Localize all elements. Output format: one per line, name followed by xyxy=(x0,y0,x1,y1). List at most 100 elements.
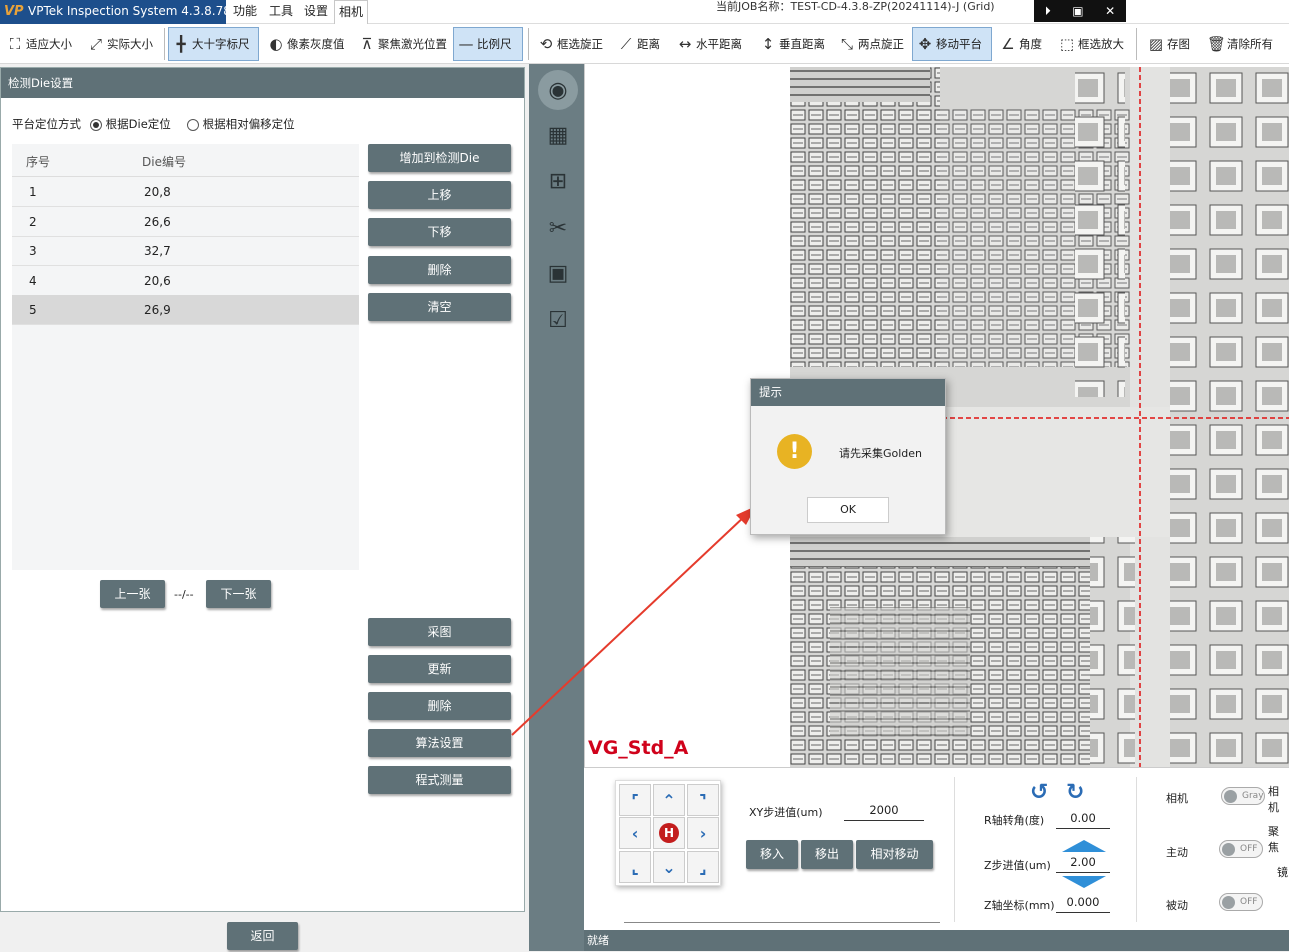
clear-all-button[interactable]: 🗑 清除所有 xyxy=(1204,27,1276,61)
rotate-cw-icon[interactable]: ↻ xyxy=(1066,780,1084,805)
close-icon[interactable]: ✕ xyxy=(1105,4,1115,18)
angle-icon: ∠ xyxy=(1001,35,1015,53)
table-row[interactable]: 3 32,7 xyxy=(12,236,359,266)
camera-icon[interactable]: ◉ xyxy=(538,70,578,110)
fit-icon: ⛶ xyxy=(9,35,21,53)
wafer-map-icon[interactable]: ⊞ xyxy=(538,161,578,201)
minimize-icon[interactable]: ⏵ xyxy=(1045,4,1051,19)
radio-die-positioning[interactable]: 根据Die定位 xyxy=(90,116,171,132)
die-table: 序号 Die编号 1 20,8 2 26,6 3 32,7 4 20,6 5 26,9 xyxy=(12,144,359,570)
grid-icon[interactable]: ▦ xyxy=(538,115,578,155)
menu-settings[interactable]: 设置 xyxy=(301,0,331,24)
scale-icon: — xyxy=(458,35,474,53)
fit-button[interactable]: ⛶ 适应大小 xyxy=(3,27,75,61)
z-coord-input[interactable]: 0.000 xyxy=(1056,895,1110,913)
vertical-distance-button[interactable]: ↕ 垂直距离 xyxy=(756,27,828,61)
delete-image-button[interactable]: 删除 xyxy=(368,692,511,720)
z-step-label: Z步进值(um) xyxy=(984,859,1051,872)
jog-right-button[interactable]: › xyxy=(687,817,719,849)
table-row-selected[interactable]: 5 26,9 xyxy=(12,295,359,325)
distance-button[interactable]: ⟋ 距离 xyxy=(614,27,663,61)
zoom-select-icon: ⬚ xyxy=(1059,35,1075,53)
camera-label-cut: 相机 xyxy=(1268,785,1279,814)
table-header: 序号 Die编号 xyxy=(12,144,359,177)
ruler-icon: ⟋ xyxy=(620,35,632,53)
two-point-rotate-button[interactable]: ⤡ 两点旋正 xyxy=(835,27,907,61)
move-out-button[interactable]: 移出 xyxy=(801,840,853,869)
move-up-button[interactable]: 上移 xyxy=(368,181,511,209)
dialog-title: 提示 xyxy=(751,379,945,406)
jog-left-button[interactable]: ‹ xyxy=(619,817,651,849)
home-button[interactable]: H xyxy=(653,817,685,849)
camera-gray-toggle[interactable]: Gray xyxy=(1221,787,1265,805)
program-measure-button[interactable]: 程式测量 xyxy=(368,766,511,794)
move-in-button[interactable]: 移入 xyxy=(746,840,798,869)
jog-up-button[interactable]: ⌃ xyxy=(653,784,685,816)
menu-camera[interactable]: 相机 xyxy=(334,0,368,24)
add-to-inspection-button[interactable]: 增加到检测Die xyxy=(368,144,511,172)
two-point-rotate-icon: ⤡ xyxy=(840,35,853,53)
divider xyxy=(954,777,955,922)
crosshair-button[interactable]: ╋ 大十字标尺 xyxy=(168,27,259,61)
camera-label: 相机 xyxy=(1166,792,1188,805)
app-logo: VP xyxy=(4,3,24,19)
actual-size-button[interactable]: ⤢ 实际大小 xyxy=(84,27,156,61)
jog-up-left-button[interactable]: ⌜ xyxy=(619,784,651,816)
crosshair-icon: ╋ xyxy=(176,35,186,53)
update-button[interactable]: 更新 xyxy=(368,655,511,683)
scale-button[interactable]: — 比例尺 xyxy=(453,27,523,61)
radio-offset-positioning[interactable]: 根据相对偏移定位 xyxy=(187,116,295,132)
xy-step-input[interactable]: 2000 xyxy=(844,803,924,821)
status-bar: 就绪 xyxy=(584,930,1289,951)
next-image-button[interactable]: 下一张 xyxy=(206,580,271,608)
app-title: VP VPTek Inspection System 4.3.8.7815 xyxy=(0,0,246,24)
focus-label-cut: 聚焦 xyxy=(1268,825,1279,854)
angle-button[interactable]: ∠ 角度 xyxy=(996,27,1045,61)
move-down-button[interactable]: 下移 xyxy=(368,218,511,246)
menu-tools[interactable]: 工具 xyxy=(266,0,296,24)
jog-down-button[interactable]: ⌄ xyxy=(653,851,685,883)
capture-button[interactable]: 采图 xyxy=(368,618,511,646)
trash-icon: 🗑 xyxy=(1207,35,1227,53)
table-row[interactable]: 4 20,6 xyxy=(12,266,359,296)
annotation-arrow xyxy=(511,506,756,736)
back-button[interactable]: 返回 xyxy=(227,922,298,950)
ok-button[interactable]: OK xyxy=(807,497,889,523)
save-image-icon: ▨ xyxy=(1148,35,1164,53)
checklist-icon[interactable]: ☑ xyxy=(538,300,578,340)
jog-up-right-button[interactable]: ⌝ xyxy=(687,784,719,816)
z-up-icon[interactable] xyxy=(1062,840,1106,852)
warning-icon: ! xyxy=(777,434,812,469)
clear-button[interactable]: 清空 xyxy=(368,293,511,321)
table-row[interactable]: 1 20,8 xyxy=(12,177,359,207)
delete-die-button[interactable]: 删除 xyxy=(368,256,511,284)
rotate-select-button[interactable]: ⟲ 框选旋正 xyxy=(534,27,606,61)
rotate-ccw-icon[interactable]: ↺ xyxy=(1030,780,1048,805)
horizontal-distance-button[interactable]: ↔ 水平距离 xyxy=(673,27,745,61)
save-image-button[interactable]: ▨ 存图 xyxy=(1144,27,1193,61)
vertical-distance-icon: ↕ xyxy=(761,35,775,53)
restore-icon[interactable]: ▣ xyxy=(1072,4,1083,18)
passive-toggle[interactable]: OFF xyxy=(1219,893,1263,911)
r-angle-input[interactable]: 0.00 xyxy=(1056,811,1110,829)
algorithm-settings-button[interactable]: 算法设置 xyxy=(368,729,511,757)
prev-image-button[interactable]: 上一张 xyxy=(100,580,165,608)
grayscale-button[interactable]: ◐ 像素灰度值 xyxy=(264,27,348,61)
jog-down-right-button[interactable]: ⌟ xyxy=(687,851,719,883)
menu-function[interactable]: 功能 xyxy=(230,0,260,24)
z-step-input[interactable]: 2.00 xyxy=(1056,855,1110,873)
job-name: 当前JOB名称：TEST-CD-4.3.8-ZP(20241114)-J (Gr… xyxy=(716,0,995,13)
move-stage-button[interactable]: ✥ 移动平台 xyxy=(912,27,992,61)
laser-button[interactable]: ⊼ 聚焦激光位置 xyxy=(355,27,450,61)
zoom-select-button[interactable]: ⬚ 框选放大 xyxy=(1055,27,1127,61)
table-row[interactable]: 2 26,6 xyxy=(12,207,359,237)
divider xyxy=(624,922,940,923)
image-icon[interactable]: ▣ xyxy=(538,253,578,293)
relative-move-button[interactable]: 相对移动 xyxy=(856,840,933,869)
jog-down-left-button[interactable]: ⌞ xyxy=(619,851,651,883)
z-down-icon[interactable] xyxy=(1062,876,1106,888)
active-toggle[interactable]: OFF xyxy=(1219,840,1263,858)
measure-tools-icon[interactable]: ✂ xyxy=(538,208,578,248)
z-coord-label: Z轴坐标(mm) xyxy=(984,899,1055,912)
radio-unselected-icon xyxy=(187,118,199,131)
